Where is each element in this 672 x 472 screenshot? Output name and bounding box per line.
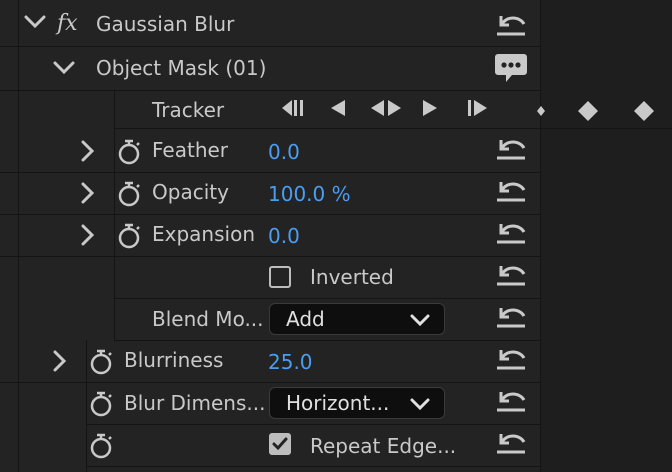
chevron-down-icon — [410, 396, 430, 415]
mask-name[interactable]: Object Mask (01) — [96, 56, 266, 80]
expand-chevron-icon[interactable] — [52, 350, 68, 372]
expand-chevron-icon[interactable] — [80, 182, 96, 204]
blend-mode-row: Blend Mo... Add — [114, 298, 541, 341]
reset-icon[interactable] — [494, 12, 528, 38]
keyframe-diamond-icon[interactable] — [632, 99, 656, 123]
repeat-edge-row: Repeat Edge... — [86, 424, 541, 467]
column-divider — [114, 90, 115, 340]
repeat-edge-checkbox[interactable] — [269, 433, 291, 455]
track-backward-icon[interactable] — [327, 98, 347, 118]
mask-row: Object Mask (01) — [0, 46, 541, 91]
property-label: Opacity — [152, 180, 229, 204]
stopwatch-icon[interactable] — [117, 181, 141, 207]
reset-icon[interactable] — [494, 346, 528, 372]
effect-controls-panel: fx Gaussian Blur Object Mask (01) Tracke… — [0, 0, 541, 472]
property-label: Expansion — [152, 222, 255, 246]
property-label: Feather — [152, 138, 229, 162]
feather-row: Feather 0.0 — [0, 128, 541, 173]
expand-chevron-icon[interactable] — [80, 140, 96, 162]
blurriness-label: Blurriness — [124, 348, 224, 372]
blend-mode-value: Add — [286, 307, 325, 331]
effect-header-row: fx Gaussian Blur — [0, 0, 541, 47]
track-forward-icon[interactable] — [421, 98, 441, 118]
column-divider — [18, 0, 19, 472]
stopwatch-icon[interactable] — [89, 349, 113, 375]
inverted-row: Inverted — [114, 256, 541, 299]
track-both-icon[interactable] — [369, 98, 403, 118]
collapse-chevron-icon[interactable] — [24, 14, 46, 30]
column-divider — [86, 340, 87, 472]
blurriness-row: Blurriness 25.0 — [0, 340, 541, 383]
reset-icon[interactable] — [494, 388, 528, 414]
blur-dimensions-label: Blur Dimens... — [124, 391, 266, 415]
inverted-label: Inverted — [310, 265, 394, 289]
fx-icon[interactable]: fx — [57, 12, 78, 36]
blend-mode-label: Blend Mo... — [152, 307, 264, 331]
reset-icon[interactable] — [494, 262, 528, 288]
feather-value[interactable]: 0.0 — [268, 140, 300, 164]
timeline-row-divider — [541, 128, 672, 129]
reset-icon[interactable] — [494, 178, 528, 204]
reset-icon[interactable] — [494, 220, 528, 246]
keyframe-diamond-icon[interactable] — [537, 104, 545, 118]
repeat-edge-label: Repeat Edge... — [310, 434, 457, 458]
blur-dimensions-dropdown[interactable]: Horizont... — [269, 387, 445, 419]
comment-icon[interactable] — [494, 52, 528, 84]
opacity-row: Opacity 100.0 % — [0, 172, 541, 215]
blurriness-value[interactable]: 25.0 — [268, 350, 313, 374]
keyframe-diamond-icon[interactable] — [576, 99, 600, 123]
reset-icon[interactable] — [494, 304, 528, 330]
effect-name: Gaussian Blur — [96, 12, 235, 36]
blur-dimensions-row: Blur Dimens... Horizont... — [86, 382, 541, 425]
stopwatch-icon[interactable] — [117, 223, 141, 249]
stopwatch-icon[interactable] — [117, 139, 141, 165]
blend-mode-dropdown[interactable]: Add — [269, 303, 445, 335]
track-backward-frame-icon[interactable] — [280, 98, 304, 118]
stopwatch-icon[interactable] — [89, 391, 113, 417]
expansion-value[interactable]: 0.0 — [268, 224, 300, 248]
timeline-area[interactable] — [537, 0, 672, 472]
reset-icon[interactable] — [494, 136, 528, 162]
blur-dimensions-value: Horizont... — [286, 391, 390, 415]
stopwatch-icon[interactable] — [89, 433, 113, 459]
inverted-checkbox[interactable] — [269, 266, 291, 288]
opacity-value[interactable]: 100.0 % — [268, 182, 351, 206]
chevron-down-icon — [410, 312, 430, 331]
tracker-label: Tracker — [152, 98, 225, 122]
reset-icon[interactable] — [494, 430, 528, 456]
collapse-chevron-icon[interactable] — [53, 60, 75, 76]
tracker-row: Tracker — [114, 90, 541, 129]
track-forward-frame-icon[interactable] — [467, 98, 491, 118]
expand-chevron-icon[interactable] — [80, 224, 96, 246]
expansion-row: Expansion 0.0 — [0, 214, 541, 257]
